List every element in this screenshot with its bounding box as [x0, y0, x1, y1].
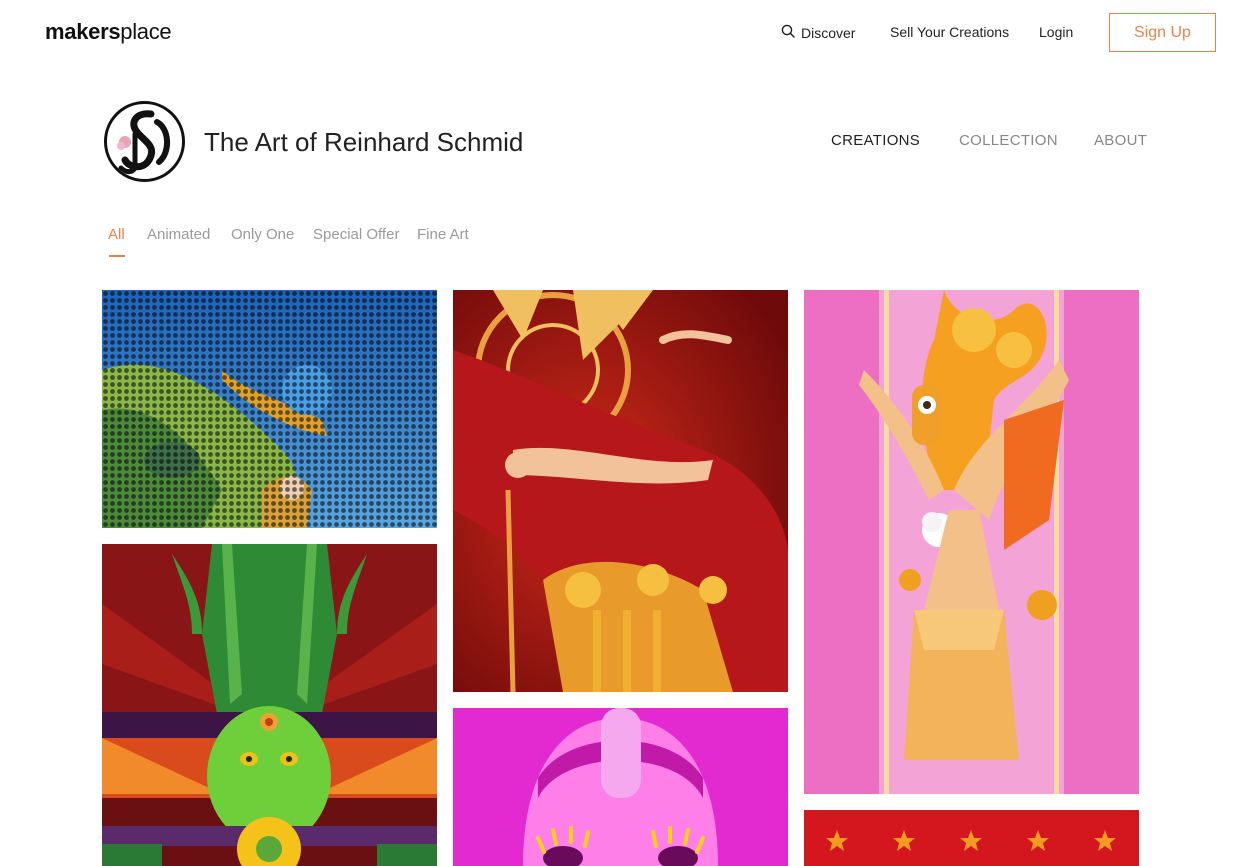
artwork-thumbnail	[804, 290, 1139, 794]
artwork-thumbnail	[804, 810, 1139, 866]
sell-creations-link[interactable]: Sell Your Creations	[890, 24, 1009, 40]
search-icon	[781, 24, 795, 41]
artwork-card-green-face[interactable]	[102, 544, 437, 866]
artwork-card-red-stars[interactable]	[804, 810, 1139, 866]
avatar[interactable]	[104, 101, 185, 182]
filter-special-offer[interactable]: Special Offer	[313, 226, 399, 243]
discover-label: Discover	[801, 24, 856, 41]
filter-all[interactable]: All	[108, 226, 125, 243]
artwork-card-blue-dots[interactable]	[102, 290, 437, 528]
artwork-card-red-gold-figure[interactable]	[453, 290, 788, 692]
filter-animated[interactable]: Animated	[147, 226, 210, 243]
tab-about[interactable]: ABOUT	[1094, 132, 1147, 149]
rs-monogram-logo	[107, 104, 182, 179]
top-navigation: makersplace Discover Sell Your Creations…	[0, 0, 1260, 66]
tab-collection[interactable]: COLLECTION	[959, 132, 1058, 149]
sign-up-button[interactable]: Sign Up	[1109, 13, 1216, 52]
profile-name: The Art of Reinhard Schmid	[204, 127, 524, 157]
filter-fine-art[interactable]: Fine Art	[417, 226, 469, 243]
artwork-card-pink-orange-bag[interactable]	[804, 290, 1139, 794]
discover-link[interactable]: Discover	[781, 24, 855, 41]
tab-creations[interactable]: CREATIONS	[831, 132, 920, 149]
artwork-thumbnail	[453, 708, 788, 866]
makersplace-logo[interactable]: makersplace	[45, 19, 172, 45]
login-link[interactable]: Login	[1039, 24, 1073, 40]
active-filter-underline	[109, 255, 125, 257]
filter-only-one[interactable]: Only One	[231, 226, 294, 243]
artwork-thumbnail	[102, 290, 437, 528]
artwork-card-pink-face[interactable]	[453, 708, 788, 866]
artwork-thumbnail	[102, 544, 437, 866]
artwork-thumbnail	[453, 290, 788, 692]
